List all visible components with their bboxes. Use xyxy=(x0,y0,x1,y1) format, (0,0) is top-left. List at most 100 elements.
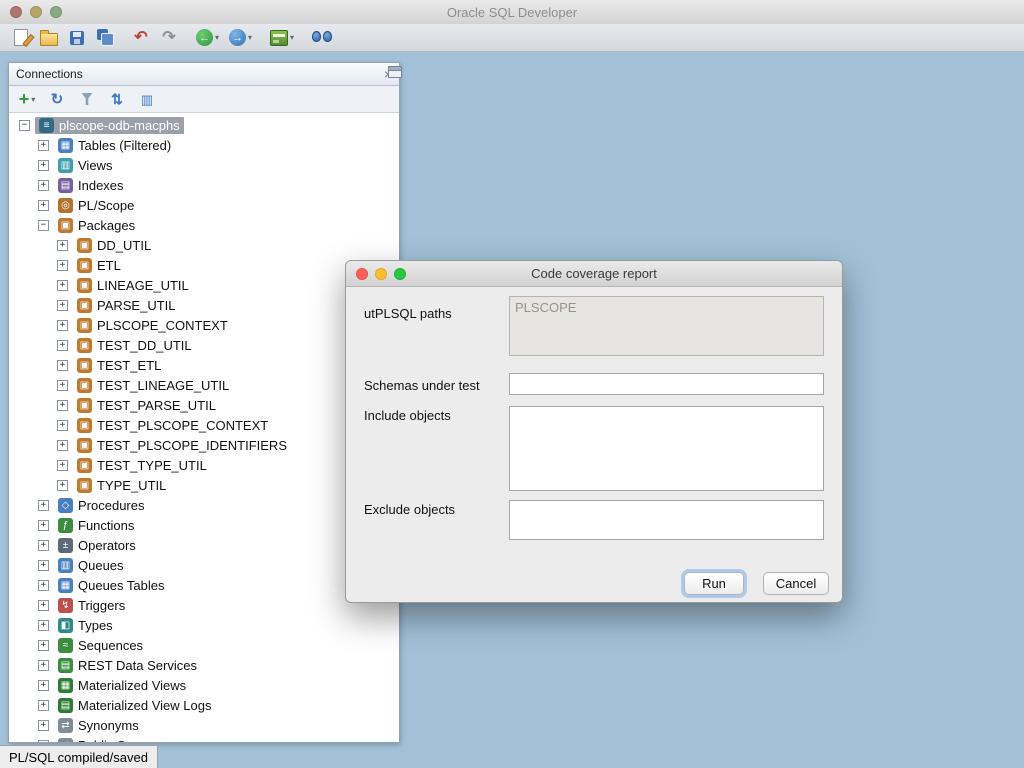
tree-item-materialized-views[interactable]: +Materialized Views xyxy=(9,675,399,695)
expand-icon[interactable]: + xyxy=(38,700,49,711)
dialog-zoom-button[interactable] xyxy=(394,268,406,280)
expand-icon[interactable]: + xyxy=(57,260,68,271)
open-file-button[interactable] xyxy=(40,27,58,49)
tree-item-type-util[interactable]: +TYPE_UTIL xyxy=(9,475,399,495)
split-view-button[interactable]: ▥ xyxy=(138,88,156,110)
tree-item-label: PLSCOPE_CONTEXT xyxy=(97,318,228,333)
tree-item-parse-util[interactable]: +PARSE_UTIL xyxy=(9,295,399,315)
exclude-objects-field[interactable] xyxy=(509,500,824,540)
collapse-icon[interactable]: − xyxy=(19,120,30,131)
tree-item-lineage-util[interactable]: +LINEAGE_UTIL xyxy=(9,275,399,295)
restore-panel-button[interactable] xyxy=(388,66,402,78)
refresh-icon: ↻ xyxy=(51,92,64,107)
schemas-under-test-label: Schemas under test xyxy=(364,378,480,393)
expand-icon[interactable]: + xyxy=(57,400,68,411)
tree-item-test-plscope-identifiers[interactable]: +TEST_PLSCOPE_IDENTIFIERS xyxy=(9,435,399,455)
expand-icon[interactable]: + xyxy=(57,320,68,331)
minimize-window-button[interactable] xyxy=(30,6,42,18)
back-button[interactable]: ←▾ xyxy=(196,27,219,49)
tree-item-test-type-util[interactable]: +TEST_TYPE_UTIL xyxy=(9,455,399,475)
tree-item-test-plscope-context[interactable]: +TEST_PLSCOPE_CONTEXT xyxy=(9,415,399,435)
new-file-button[interactable] xyxy=(12,27,30,49)
expand-icon[interactable]: + xyxy=(57,300,68,311)
refresh-button[interactable]: ↻ xyxy=(48,88,66,110)
tree-item-plscope-context[interactable]: + PLSCOPE_CONTEXT xyxy=(9,315,399,335)
tree-item-etl[interactable]: +ETL xyxy=(9,255,399,275)
expand-icon[interactable]: + xyxy=(38,680,49,691)
package-icon xyxy=(77,338,92,353)
add-connection-button[interactable]: +▾ xyxy=(18,88,36,110)
tree-item-functions[interactable]: +Functions xyxy=(9,515,399,535)
expand-icon[interactable]: + xyxy=(38,540,49,551)
connections-tree[interactable]: −plscope-odb-macphs+Tables (Filtered)+Vi… xyxy=(9,113,399,742)
expand-icon[interactable]: + xyxy=(38,500,49,511)
expand-icon[interactable]: + xyxy=(57,480,68,491)
expand-icon[interactable]: + xyxy=(38,560,49,571)
save-button[interactable] xyxy=(68,27,86,49)
include-objects-field[interactable] xyxy=(509,406,824,491)
expand-icon[interactable]: + xyxy=(38,640,49,651)
expand-icon[interactable]: + xyxy=(57,460,68,471)
expand-icon[interactable]: + xyxy=(38,140,49,151)
tree-item-procedures[interactable]: +Procedures xyxy=(9,495,399,515)
dialog-titlebar[interactable]: Code coverage report xyxy=(346,261,842,287)
forward-button[interactable]: →▾ xyxy=(229,27,252,49)
expand-icon[interactable]: + xyxy=(57,420,68,431)
expand-icon[interactable]: + xyxy=(38,580,49,591)
expand-icon[interactable]: + xyxy=(57,240,68,251)
tree-item-tables-filtered[interactable]: +Tables (Filtered) xyxy=(9,135,399,155)
expand-icon[interactable]: + xyxy=(38,160,49,171)
dialog-minimize-button[interactable] xyxy=(375,268,387,280)
expand-icon[interactable]: + xyxy=(38,600,49,611)
tree-item-queues[interactable]: +Queues xyxy=(9,555,399,575)
tree-item-dd-util[interactable]: +DD_UTIL xyxy=(9,235,399,255)
tree-item-operators[interactable]: +Operators xyxy=(9,535,399,555)
window-controls xyxy=(10,6,62,18)
zoom-window-button[interactable] xyxy=(50,6,62,18)
tree-item-sequences[interactable]: +Sequences xyxy=(9,635,399,655)
tree-item-plscope-odb-macphs[interactable]: −plscope-odb-macphs xyxy=(9,115,399,135)
redo-button[interactable]: ↷ xyxy=(160,27,178,49)
expand-icon[interactable]: + xyxy=(57,340,68,351)
schemas-under-test-input[interactable] xyxy=(509,373,824,395)
tree-item-queues-tables[interactable]: +Queues Tables xyxy=(9,575,399,595)
apply-filter-button[interactable] xyxy=(78,88,96,110)
tree-item-triggers[interactable]: +Triggers xyxy=(9,595,399,615)
tree-item-rest-data-services[interactable]: +REST Data Services xyxy=(9,655,399,675)
tree-item-packages[interactable]: −Packages xyxy=(9,215,399,235)
expand-icon[interactable]: + xyxy=(57,380,68,391)
dialog-close-button[interactable] xyxy=(356,268,368,280)
tree-item-test-parse-util[interactable]: +TEST_PARSE_UTIL xyxy=(9,395,399,415)
save-all-button[interactable] xyxy=(96,27,114,49)
expand-icon[interactable]: + xyxy=(57,440,68,451)
tree-item-test-lineage-util[interactable]: +TEST_LINEAGE_UTIL xyxy=(9,375,399,395)
undo-button[interactable]: ↶ xyxy=(132,27,150,49)
connections-panel-header[interactable]: Connections × xyxy=(9,63,399,86)
find-db-object-button[interactable] xyxy=(312,27,332,49)
sort-button[interactable]: ⇅ xyxy=(108,88,126,110)
tables-icon xyxy=(58,138,73,153)
expand-icon[interactable]: + xyxy=(38,180,49,191)
expand-icon[interactable]: + xyxy=(38,620,49,631)
close-window-button[interactable] xyxy=(10,6,22,18)
run-button[interactable]: Run xyxy=(684,572,744,595)
tree-item-pl-scope[interactable]: +PL/Scope xyxy=(9,195,399,215)
tree-item-types[interactable]: +Types xyxy=(9,615,399,635)
collapse-icon[interactable]: − xyxy=(38,220,49,231)
sql-worksheet-button[interactable]: ▾ xyxy=(270,27,294,49)
tree-item-test-etl[interactable]: +TEST_ETL xyxy=(9,355,399,375)
tree-item-materialized-view-logs[interactable]: +Materialized View Logs xyxy=(9,695,399,715)
expand-icon[interactable]: + xyxy=(38,200,49,211)
tree-item-views[interactable]: +Views xyxy=(9,155,399,175)
tree-item-test-dd-util[interactable]: +TEST_DD_UTIL xyxy=(9,335,399,355)
tree-item-public-synonyms[interactable]: +Public Synonyms xyxy=(9,735,399,742)
tree-item-synonyms[interactable]: +Synonyms xyxy=(9,715,399,735)
expand-icon[interactable]: + xyxy=(38,720,49,731)
expand-icon[interactable]: + xyxy=(38,740,49,743)
expand-icon[interactable]: + xyxy=(38,660,49,671)
expand-icon[interactable]: + xyxy=(38,520,49,531)
tree-item-indexes[interactable]: +Indexes xyxy=(9,175,399,195)
cancel-button[interactable]: Cancel xyxy=(763,572,829,595)
expand-icon[interactable]: + xyxy=(57,360,68,371)
expand-icon[interactable]: + xyxy=(57,280,68,291)
